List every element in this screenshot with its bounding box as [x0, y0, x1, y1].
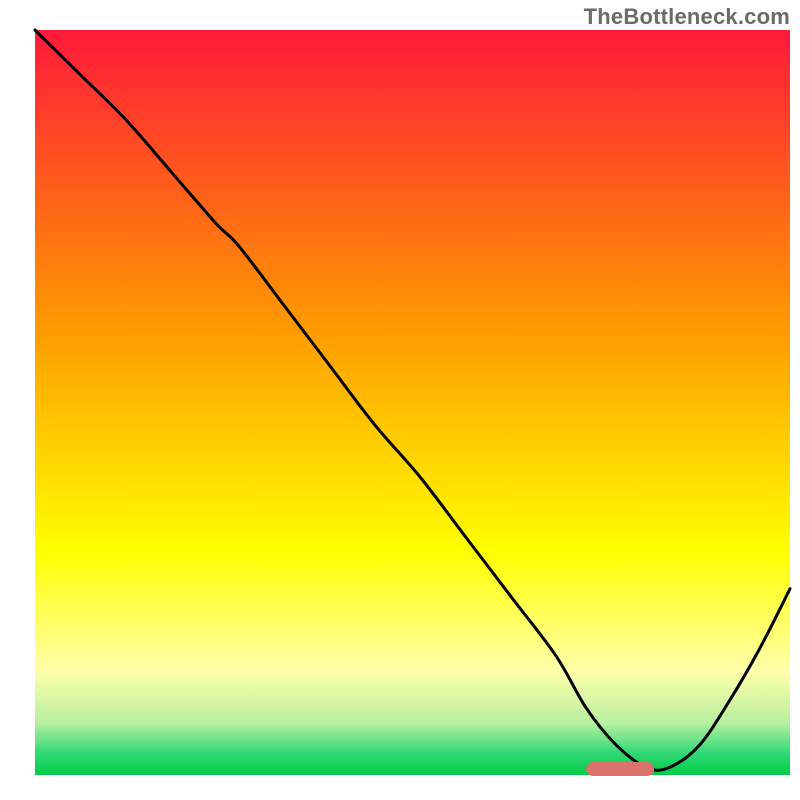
chart-stage: TheBottleneck.com: [0, 0, 800, 800]
gradient-background: [35, 30, 790, 775]
optimal-range-marker: [586, 762, 654, 776]
watermark-label: TheBottleneck.com: [584, 4, 790, 30]
bottleneck-chart-svg: [0, 0, 800, 800]
